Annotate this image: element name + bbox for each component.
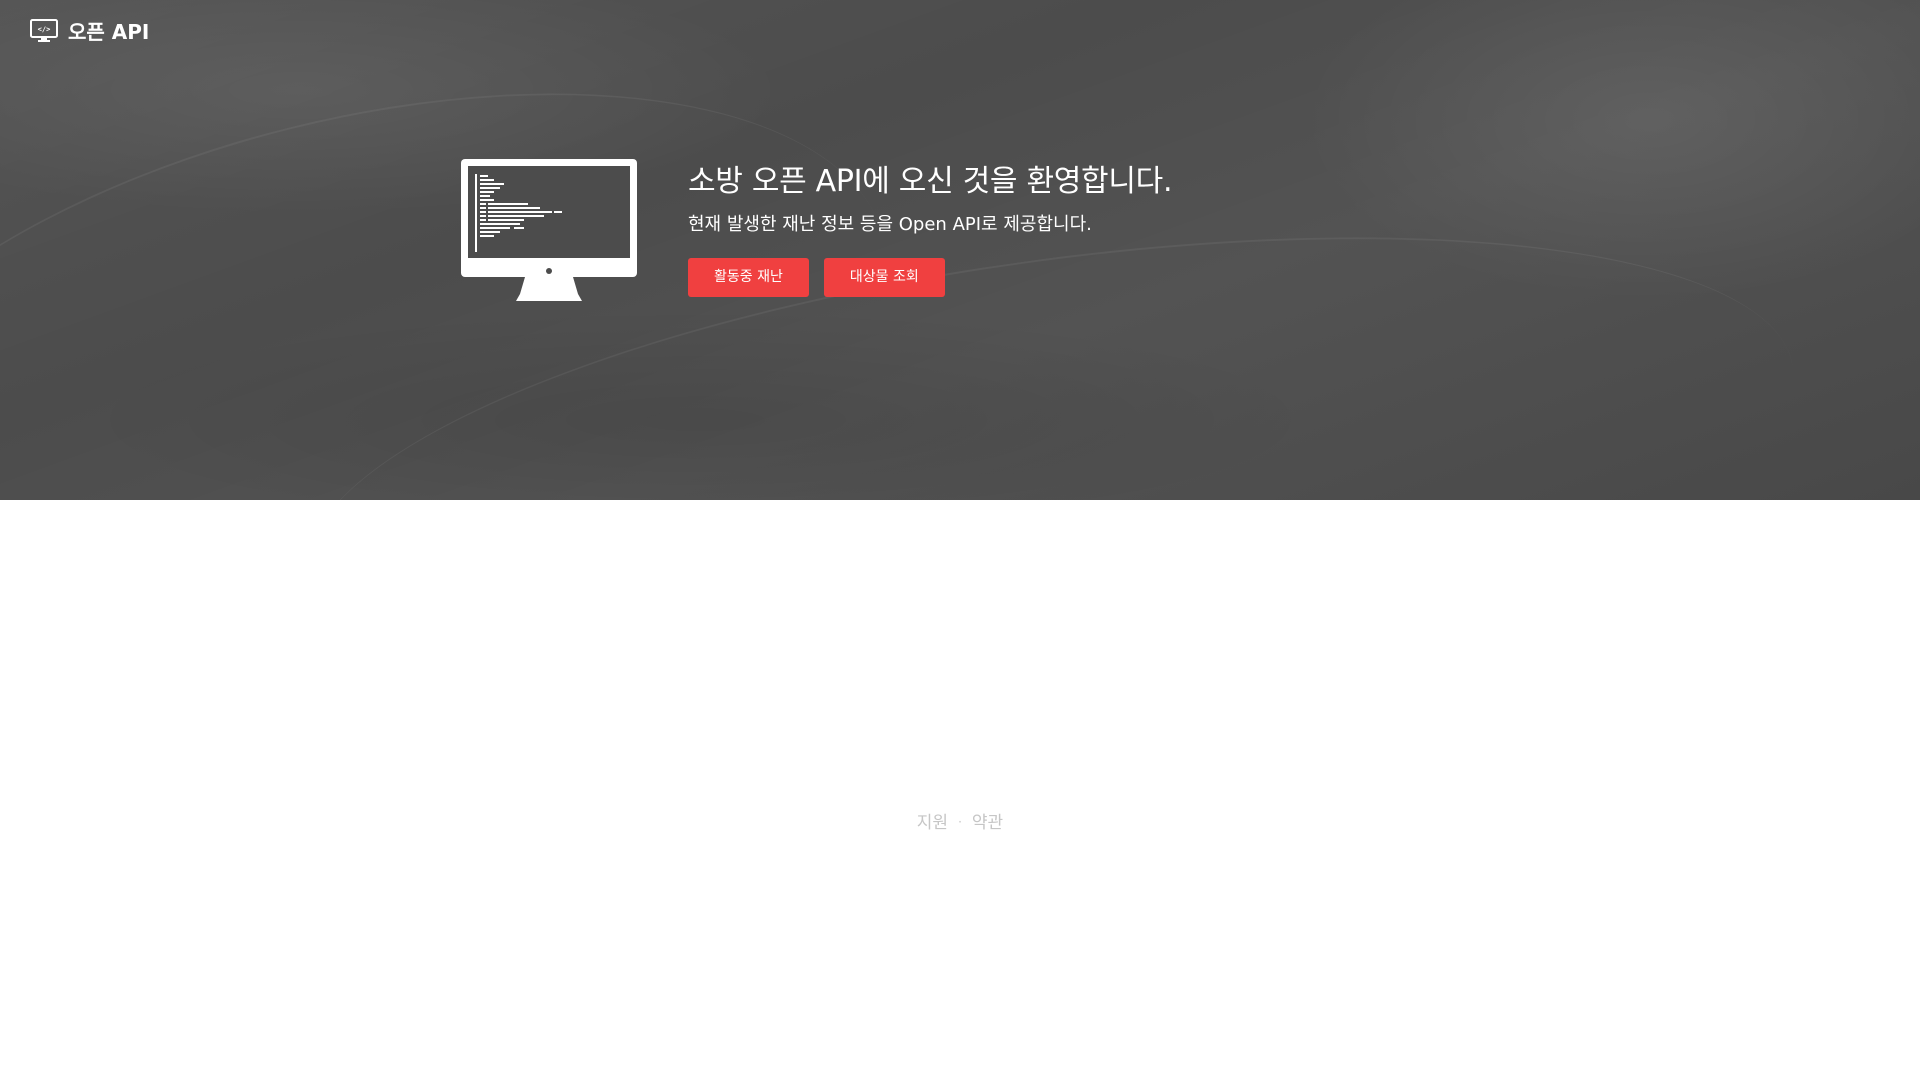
support-link[interactable]: 지원 [917,813,948,833]
hero-actions: 활동중 재난 대상물 조회 [688,258,1172,297]
monitor-code-icon [460,158,640,303]
footer-links: 지원 · 약관 [0,808,1920,833]
site-logo[interactable]: </> 오픈 API [30,16,149,45]
active-disaster-button[interactable]: 활동중 재난 [688,258,809,297]
target-lookup-button[interactable]: 대상물 조회 [823,258,945,297]
monitor-code-icon: </> [30,18,58,43]
footer-separator: · [958,815,962,829]
brand-label: 오픈 API [68,20,150,44]
svg-text:</>: </> [38,25,51,33]
page-subtitle: 현재 발생한 재난 정보 등을 Open API로 제공합니다. [688,214,1092,235]
page-title: 소방 오픈 API에 오신 것을 환영합니다. [688,164,1173,199]
hero-banner: </> 오픈 API 소방 오픈 API에 오신 것을 환영합니다. 현재 발생… [0,0,1920,500]
welcome-section: 소방 오픈 API에 오신 것을 환영합니다. 현재 발생한 재난 정보 등을 … [688,156,1172,297]
terms-link[interactable]: 약관 [972,813,1003,833]
